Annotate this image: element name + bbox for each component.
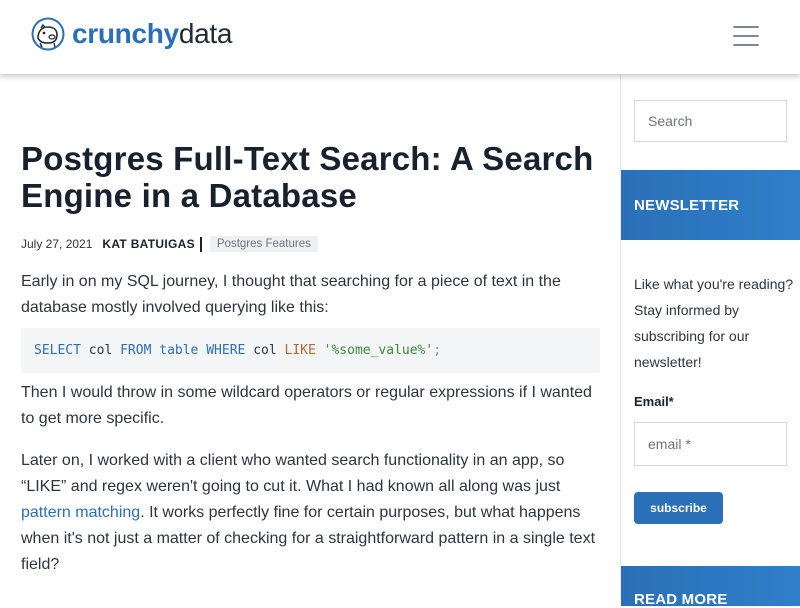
hamburger-menu-icon[interactable] (733, 26, 759, 46)
newsletter-heading: NEWSLETTER (634, 197, 740, 214)
code-keyword-select: SELECT (34, 343, 81, 358)
code-keyword-from: FROM (120, 343, 152, 358)
logo-wordmark: crunchydata (72, 16, 232, 52)
newsletter-heading-box: NEWSLETTER (621, 170, 800, 240)
code-column-2: col (253, 343, 277, 358)
site-header: crunchydata (0, 0, 800, 74)
read-more-heading-box: READ MORE (621, 566, 800, 608)
newsletter-description: Like what you're reading? Stay informed … (634, 276, 794, 370)
code-block: SELECT col FROM table WHERE col LIKE '%s… (21, 328, 600, 373)
subscribe-button[interactable]: subscribe (634, 492, 723, 524)
logo-brand-light: data (178, 18, 233, 49)
code-column: col (88, 343, 113, 358)
paragraph-3: Later on, I worked with a client who wan… (21, 448, 606, 578)
paragraph-3-start: Later on, I worked with a client who wan… (21, 452, 565, 495)
intro-paragraph: Early in on my SQL journey, I thought th… (21, 273, 561, 316)
code-operator-like: LIKE (284, 343, 316, 358)
email-field[interactable] (634, 422, 787, 466)
article-author[interactable]: KAT BATUIGAS (102, 237, 194, 251)
pattern-matching-link[interactable]: pattern matching (21, 504, 140, 521)
code-semicolon: ; (433, 343, 442, 358)
email-label: Email* (634, 394, 674, 409)
article-meta: July 27, 2021 KAT BATUIGAS Postgres Feat… (21, 234, 318, 254)
article-title: Postgres Full-Text Search: A Search Engi… (21, 140, 594, 214)
search-input[interactable] (634, 100, 787, 142)
sidebar-divider (620, 74, 621, 600)
meta-separator (199, 236, 202, 252)
article-date: July 27, 2021 (21, 237, 93, 251)
crunchy-data-logo[interactable]: crunchydata (30, 16, 232, 52)
paragraph-2: Then I would throw in some wildcard oper… (21, 384, 592, 427)
hippo-logo-icon (31, 17, 65, 51)
code-keyword-table: table (159, 343, 199, 358)
code-string: '%some_value%' (323, 343, 434, 358)
logo-brand-bold: crunchy (72, 18, 179, 49)
article-content: Postgres Full-Text Search: A Search Engi… (0, 74, 620, 600)
article-tag[interactable]: Postgres Features (209, 236, 318, 252)
code-keyword-where: WHERE (206, 343, 246, 358)
